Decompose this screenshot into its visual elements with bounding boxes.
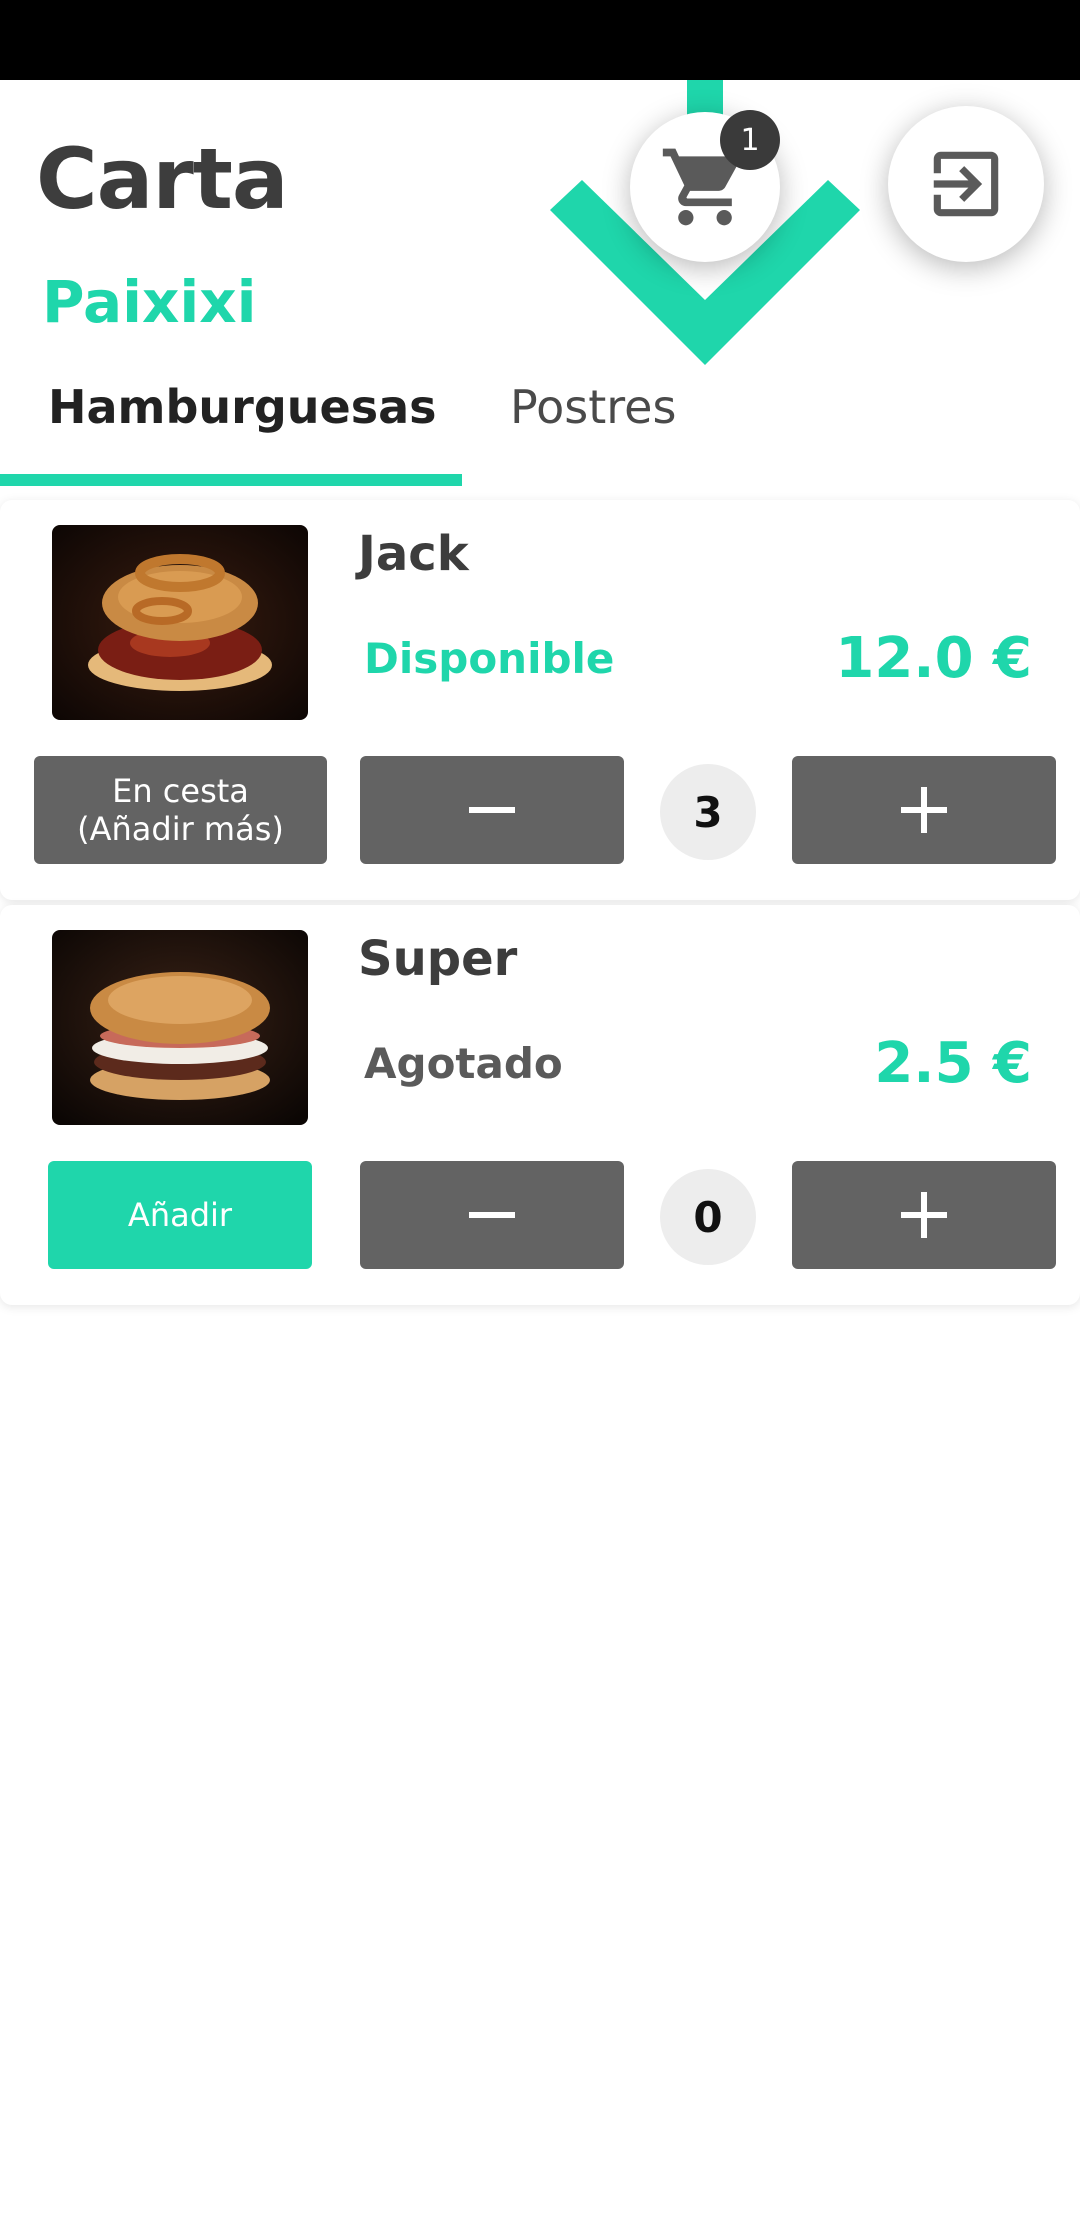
tab-postres[interactable]: Postres bbox=[510, 380, 676, 434]
decrease-button[interactable] bbox=[360, 756, 624, 864]
add-button[interactable]: Añadir bbox=[48, 1161, 312, 1269]
page-title: Carta bbox=[36, 130, 289, 228]
burger-image bbox=[52, 525, 308, 720]
item-price: 2.5 € bbox=[874, 1031, 1032, 1096]
in-basket-button[interactable]: En cesta (Añadir más) bbox=[34, 756, 327, 864]
increase-button[interactable] bbox=[792, 1161, 1056, 1269]
decrease-button[interactable] bbox=[360, 1161, 624, 1269]
minus-icon bbox=[469, 1212, 515, 1218]
menu-item-card: Jack Disponible 12.0 € En cesta (Añadir … bbox=[0, 500, 1080, 900]
item-name: Jack bbox=[358, 526, 469, 582]
logout-button[interactable] bbox=[888, 106, 1044, 262]
status-bar bbox=[0, 0, 1080, 80]
quantity-display: 3 bbox=[660, 764, 756, 860]
category-tabs: Hamburguesas Postres bbox=[0, 360, 1080, 486]
active-tab-indicator bbox=[0, 474, 462, 486]
plus-icon bbox=[901, 1192, 947, 1238]
increase-button[interactable] bbox=[792, 756, 1056, 864]
add-more-label: (Añadir más) bbox=[77, 810, 284, 848]
item-price: 12.0 € bbox=[835, 626, 1032, 691]
quantity-display: 0 bbox=[660, 1169, 756, 1265]
cart-count-badge: 1 bbox=[720, 110, 780, 170]
menu-item-card: Super Agotado 2.5 € Añadir 0 bbox=[0, 905, 1080, 1305]
burger-image bbox=[52, 930, 308, 1125]
exit-icon bbox=[933, 151, 999, 217]
in-basket-label: En cesta bbox=[112, 772, 249, 810]
item-status: Disponible bbox=[364, 634, 615, 683]
restaurant-name: Paixixi bbox=[42, 268, 257, 336]
item-status: Agotado bbox=[364, 1039, 563, 1088]
tab-hamburguesas[interactable]: Hamburguesas bbox=[48, 380, 437, 434]
plus-icon bbox=[901, 787, 947, 833]
item-name: Super bbox=[358, 931, 518, 987]
minus-icon bbox=[469, 807, 515, 813]
